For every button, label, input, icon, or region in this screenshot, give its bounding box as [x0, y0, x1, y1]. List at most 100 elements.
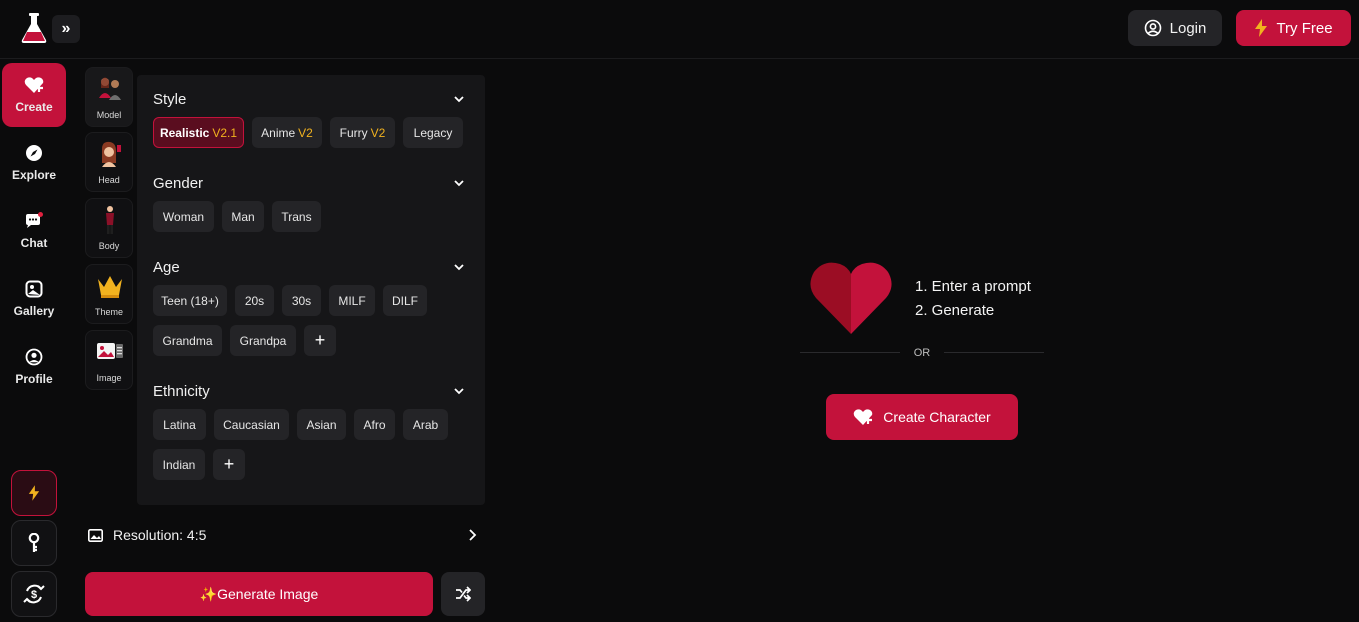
head-icon — [102, 141, 121, 167]
nav-label-profile: Profile — [15, 372, 53, 386]
heart-plus-icon — [24, 77, 44, 93]
flash-icon — [28, 485, 40, 501]
ethnicity-option-afro[interactable]: Afro — [354, 409, 395, 440]
category-theme[interactable]: Theme — [85, 264, 133, 324]
style-label: Furry — [339, 125, 368, 140]
age-option-20s[interactable]: 20s — [235, 285, 274, 316]
try-free-button[interactable]: Try Free — [1236, 10, 1351, 46]
login-button[interactable]: Login — [1128, 10, 1222, 46]
create-character-label: Create Character — [883, 409, 991, 425]
nav-label-create: Create — [15, 100, 53, 114]
nav-item-chat[interactable]: Chat — [2, 199, 66, 263]
gender-option-man[interactable]: Man — [222, 201, 264, 232]
category-image[interactable]: Image — [85, 330, 133, 390]
age-option-grandma[interactable]: Grandma — [153, 325, 222, 356]
ethnicity-option-indian[interactable]: Indian — [153, 449, 205, 480]
chat-bubble-icon — [26, 212, 43, 228]
style-option-realistic[interactable]: Realistic V2.1 — [153, 117, 244, 148]
model-avatars-icon — [99, 77, 121, 100]
gender-option-trans[interactable]: Trans — [272, 201, 321, 232]
section-title-ethnicity: Ethnicity — [153, 383, 210, 400]
step-1: 1. Enter a prompt — [915, 278, 1031, 295]
nav-item-create[interactable]: Create — [2, 63, 66, 127]
shuffle-icon — [456, 586, 471, 602]
style-option-anime[interactable]: Anime V2 — [252, 117, 322, 148]
compass-icon — [26, 145, 42, 161]
category-head[interactable]: Head — [85, 132, 133, 192]
style-version: V2 — [370, 125, 386, 140]
generate-label: ✨Generate Image — [199, 585, 319, 602]
options-panel: Style Realistic V2.1 Anime V2 Furry V2 Lega… — [137, 75, 485, 505]
age-more-button[interactable]: + — [304, 325, 336, 356]
divider-left — [800, 352, 900, 353]
key-icon — [28, 533, 40, 552]
resolution-selector[interactable]: Resolution: 4:5 — [88, 524, 485, 546]
age-option-milf[interactable]: MILF — [329, 285, 375, 316]
user-circle-icon — [25, 348, 43, 366]
nav-item-gallery[interactable]: Gallery — [2, 267, 66, 331]
main-nav: Create Explore Chat Gallery Profile $ — [0, 59, 70, 622]
expand-sidebar-button[interactable]: » — [52, 15, 80, 43]
step-2: 2. Generate — [915, 302, 995, 319]
section-title-style: Style — [153, 91, 187, 108]
style-label: Realistic — [159, 125, 210, 140]
style-option-furry[interactable]: Furry V2 — [330, 117, 395, 148]
svg-text:$: $ — [31, 589, 37, 601]
chevron-down-icon[interactable] — [453, 385, 465, 397]
category-model[interactable]: Model — [85, 67, 133, 127]
ethnicity-option-caucasian[interactable]: Caucasian — [214, 409, 289, 440]
style-label: Anime — [261, 125, 296, 140]
currency-icon: $ — [23, 584, 45, 604]
heart-icon — [810, 262, 892, 334]
section-title-age: Age — [153, 259, 180, 276]
nav-label-gallery: Gallery — [13, 304, 55, 318]
chevron-down-icon[interactable] — [453, 177, 465, 189]
divider-right — [944, 352, 1044, 353]
crown-icon — [98, 276, 122, 298]
top-bar: » Login Try Free — [0, 0, 1359, 59]
try-free-label: Try Free — [1276, 19, 1333, 37]
gender-option-woman[interactable]: Woman — [153, 201, 214, 232]
ethnicity-option-asian[interactable]: Asian — [297, 409, 346, 440]
login-label: Login — [1169, 19, 1207, 37]
double-chevron-right-icon: » — [61, 20, 71, 37]
nav-label-explore: Explore — [11, 168, 56, 182]
flask-logo-icon[interactable] — [20, 12, 48, 44]
nav-label-chat: Chat — [20, 236, 48, 250]
chevron-down-icon[interactable] — [453, 261, 465, 273]
style-option-legacy[interactable]: Legacy — [403, 117, 463, 148]
category-label: Model — [96, 110, 122, 120]
body-icon — [106, 206, 114, 234]
nav-item-explore[interactable]: Explore — [2, 131, 66, 195]
empty-state-steps: 1. Enter a prompt 2. Generate — [915, 275, 1031, 323]
heart-plus-icon — [854, 409, 873, 425]
boost-button[interactable] — [11, 470, 57, 516]
category-label: Head — [98, 175, 120, 185]
flash-icon — [1255, 19, 1268, 37]
create-character-button[interactable]: Create Character — [826, 394, 1018, 440]
section-title-gender: Gender — [153, 175, 204, 192]
image-icon — [88, 528, 103, 542]
image-icon — [97, 343, 123, 359]
category-label: Body — [98, 241, 120, 251]
shuffle-button[interactable] — [441, 572, 485, 616]
gallery-icon — [25, 280, 43, 298]
ethnicity-option-arab[interactable]: Arab — [403, 409, 448, 440]
style-version: V2 — [298, 125, 313, 140]
category-label: Theme — [94, 307, 123, 317]
key-button[interactable] — [11, 520, 57, 566]
nav-item-profile[interactable]: Profile — [2, 335, 66, 399]
age-option-grandpa[interactable]: Grandpa — [230, 325, 296, 356]
style-label: Legacy — [413, 125, 453, 140]
generate-image-button[interactable]: ✨Generate Image — [85, 572, 433, 616]
user-circle-icon — [1144, 19, 1161, 37]
age-option-teen[interactable]: Teen (18+) — [153, 285, 227, 316]
age-option-dilf[interactable]: DILF — [383, 285, 427, 316]
ethnicity-option-latina[interactable]: Latina — [153, 409, 206, 440]
category-label: Image — [96, 373, 122, 383]
age-option-30s[interactable]: 30s — [282, 285, 321, 316]
currency-button[interactable]: $ — [11, 571, 57, 617]
category-body[interactable]: Body — [85, 198, 133, 258]
chevron-down-icon[interactable] — [453, 93, 465, 105]
ethnicity-more-button[interactable]: + — [213, 449, 245, 480]
